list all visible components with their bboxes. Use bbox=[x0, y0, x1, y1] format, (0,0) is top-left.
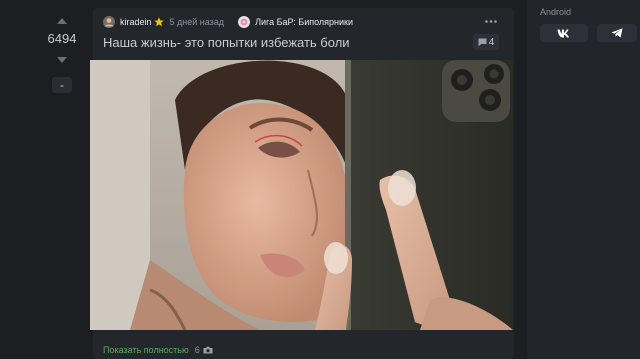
community-avatar[interactable] bbox=[238, 16, 251, 28]
vote-count: 6494 bbox=[47, 31, 77, 46]
camera-icon bbox=[203, 346, 213, 354]
post-image[interactable] bbox=[90, 60, 513, 330]
show-more-row: Показать полностью 6 bbox=[103, 345, 213, 355]
post-time: 5 дней назад bbox=[169, 17, 225, 27]
comment-icon bbox=[478, 38, 487, 46]
photo-count-value: 6 bbox=[194, 345, 200, 355]
author-avatar[interactable] bbox=[103, 16, 115, 28]
post-meta: kiradein 5 дней назад Лига БаР: Биполярн… bbox=[103, 15, 353, 29]
share-telegram-button[interactable] bbox=[597, 24, 637, 42]
upvote-arrow-icon bbox=[57, 18, 67, 24]
community-name[interactable]: Лига БаР: Биполярники bbox=[255, 17, 353, 27]
telegram-icon bbox=[611, 28, 623, 38]
upvote-button[interactable] bbox=[52, 14, 72, 28]
right-sidebar bbox=[527, 0, 640, 359]
star-icon bbox=[153, 17, 164, 27]
photo-count: 6 bbox=[195, 345, 213, 355]
save-post-button[interactable]: - bbox=[52, 77, 72, 93]
share-vk-button[interactable] bbox=[540, 24, 588, 42]
post-image-illustration bbox=[90, 60, 513, 330]
show-more-link[interactable]: Показать полностью bbox=[103, 345, 189, 355]
post-title[interactable]: Наша жизнь- это попытки избежать боли bbox=[103, 35, 350, 50]
more-options-button[interactable] bbox=[482, 13, 500, 29]
comments-count: 4 bbox=[488, 36, 495, 48]
author-name[interactable]: kiradein bbox=[120, 17, 152, 27]
platform-label: Android bbox=[540, 7, 572, 17]
more-dots-icon bbox=[485, 19, 497, 23]
downvote-arrow-icon bbox=[57, 57, 67, 63]
downvote-button[interactable] bbox=[52, 53, 72, 67]
vk-icon bbox=[557, 29, 569, 37]
comments-button[interactable]: 4 bbox=[473, 34, 499, 50]
